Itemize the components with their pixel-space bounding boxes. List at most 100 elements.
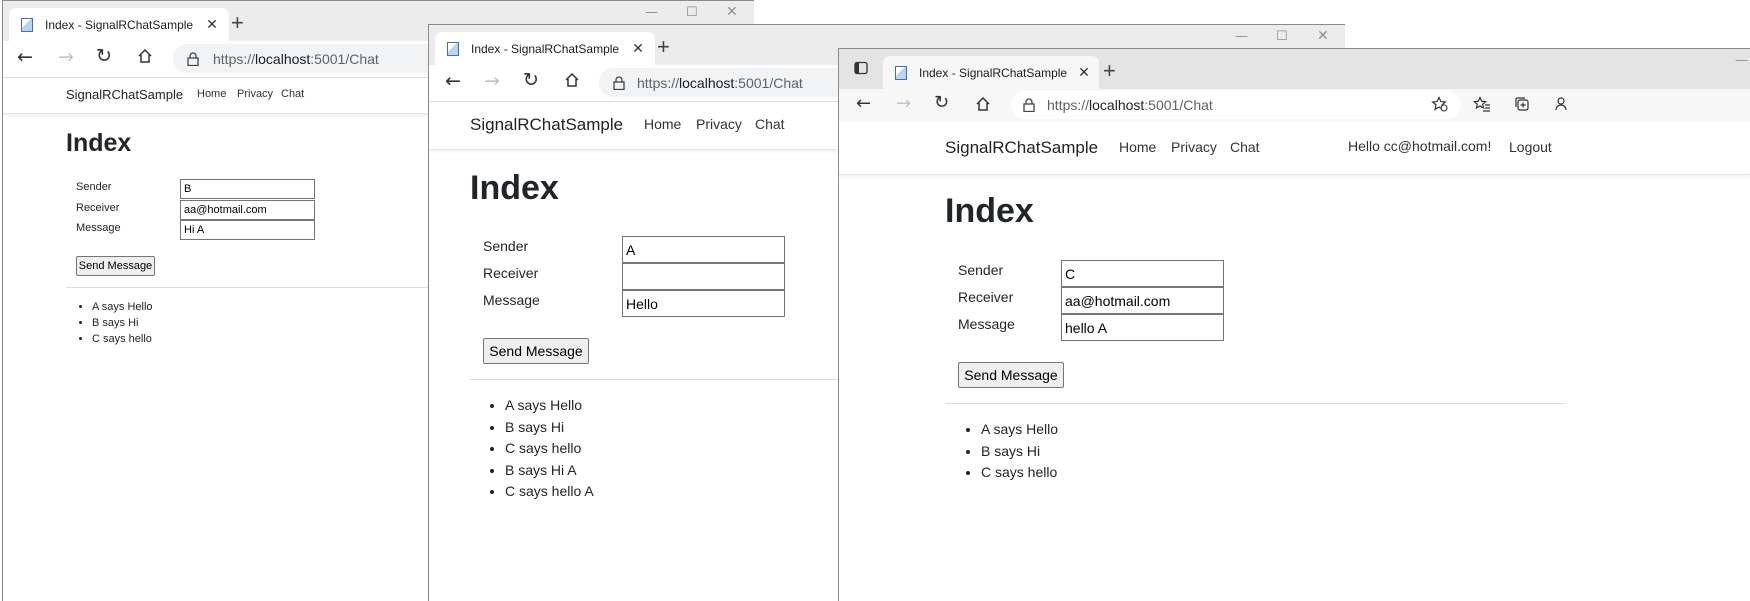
- message-item: B says Hi: [92, 315, 153, 331]
- receiver-label: Receiver: [483, 265, 539, 281]
- receiver-label: Receiver: [76, 202, 120, 214]
- divider: [66, 287, 446, 288]
- tab-index[interactable]: Index - SignalRChatSample ✕: [883, 56, 1099, 89]
- message-item: A says Hello: [92, 299, 153, 315]
- tab-title: Index - SignalRChatSample: [919, 65, 1068, 80]
- receiver-input[interactable]: [180, 200, 315, 220]
- home-icon[interactable]: [975, 96, 991, 112]
- message-item: C says hello: [92, 331, 153, 347]
- page-title: Index: [470, 169, 559, 207]
- url-scheme: https://: [637, 74, 680, 91]
- lock-icon: [613, 75, 625, 90]
- nav-home[interactable]: Home: [197, 88, 226, 100]
- url-host: localhost: [679, 74, 735, 91]
- brand-link[interactable]: SignalRChatSample: [470, 115, 623, 135]
- lock-icon: [187, 51, 199, 66]
- page-title: Index: [945, 192, 1034, 230]
- nav-privacy[interactable]: Privacy: [696, 116, 742, 132]
- favorites-icon[interactable]: [1473, 96, 1491, 112]
- reload-icon[interactable]: ↻: [934, 92, 949, 113]
- nav-privacy[interactable]: Privacy: [237, 88, 273, 100]
- send-message-button[interactable]: Send Message: [958, 362, 1064, 388]
- address-bar[interactable]: https://localhost:5001/Chat: [1011, 91, 1461, 119]
- nav-chat[interactable]: Chat: [1230, 139, 1260, 155]
- reload-icon[interactable]: ↻: [96, 45, 112, 67]
- nav-privacy[interactable]: Privacy: [1171, 139, 1217, 155]
- url-path: :5001/Chat: [734, 74, 803, 91]
- sender-input[interactable]: [180, 179, 315, 199]
- close-icon[interactable]: ✕: [1317, 28, 1329, 44]
- page-favicon-icon: [895, 65, 907, 80]
- profile-icon[interactable]: [1554, 96, 1570, 112]
- tab-title: Index - SignalRChatSample: [471, 41, 620, 56]
- forward-arrow-icon[interactable]: →: [896, 93, 911, 114]
- brand-link[interactable]: SignalRChatSample: [945, 138, 1098, 158]
- message-item: C says hello: [505, 438, 594, 460]
- tab-index[interactable]: Index - SignalRChatSample ✕: [435, 32, 655, 65]
- home-icon[interactable]: [137, 48, 153, 64]
- messages-list: A says Hello B says Hi C says hello: [955, 419, 1058, 484]
- message-label: Message: [76, 222, 121, 234]
- maximize-icon[interactable]: ☐: [1276, 29, 1288, 44]
- message-input[interactable]: [622, 290, 785, 317]
- browser-window-3: Index - SignalRChatSample ✕ + — ← → ↻ ht…: [838, 48, 1750, 601]
- url-scheme: https://: [1047, 97, 1090, 113]
- collections-icon[interactable]: [1514, 96, 1530, 112]
- tab-index[interactable]: Index - SignalRChatSample ✕: [9, 8, 229, 41]
- sender-input[interactable]: [622, 236, 785, 263]
- close-tab-icon[interactable]: ✕: [1077, 64, 1091, 81]
- message-item: B says Hi: [505, 417, 594, 439]
- sender-label: Sender: [483, 238, 529, 254]
- message-item: C says hello A: [505, 481, 594, 503]
- page-title: Index: [66, 129, 132, 157]
- reload-icon[interactable]: ↻: [523, 69, 539, 91]
- minimize-icon[interactable]: —: [1735, 53, 1748, 68]
- nav-chat[interactable]: Chat: [281, 88, 304, 100]
- new-tab-icon[interactable]: +: [657, 34, 670, 60]
- sender-input[interactable]: [1061, 260, 1224, 287]
- back-arrow-icon[interactable]: ←: [856, 93, 871, 114]
- new-tab-icon[interactable]: +: [1103, 58, 1116, 84]
- url-scheme: https://: [213, 50, 256, 67]
- url-text: https://localhost:5001/Chat: [213, 51, 379, 67]
- minimize-icon[interactable]: —: [1235, 29, 1248, 44]
- forward-arrow-icon[interactable]: →: [484, 70, 500, 92]
- send-message-button[interactable]: Send Message: [76, 256, 155, 276]
- home-icon[interactable]: [564, 72, 580, 88]
- send-message-button[interactable]: Send Message: [483, 338, 589, 364]
- nav-home[interactable]: Home: [644, 116, 681, 132]
- divider: [470, 379, 850, 380]
- brand-link[interactable]: SignalRChatSample: [66, 87, 183, 102]
- logout-link[interactable]: Logout: [1509, 139, 1552, 155]
- maximize-icon[interactable]: ☐: [686, 5, 698, 20]
- close-tab-icon[interactable]: ✕: [205, 16, 219, 33]
- message-input[interactable]: [1061, 314, 1224, 341]
- forward-arrow-icon[interactable]: →: [58, 46, 74, 68]
- new-tab-icon[interactable]: +: [231, 10, 244, 36]
- back-arrow-icon[interactable]: ←: [17, 46, 33, 68]
- receiver-input[interactable]: [622, 263, 785, 290]
- lock-icon: [1023, 98, 1035, 112]
- receiver-input[interactable]: [1061, 287, 1224, 314]
- page-content: SignalRChatSample Home Privacy Chat Hell…: [839, 122, 1750, 601]
- message-label: Message: [483, 292, 540, 308]
- tab-actions-icon[interactable]: [854, 61, 868, 75]
- back-arrow-icon[interactable]: ←: [445, 70, 461, 92]
- message-label: Message: [958, 316, 1015, 332]
- close-icon[interactable]: ✕: [726, 4, 738, 20]
- sender-label: Sender: [76, 181, 112, 193]
- user-greeting-link[interactable]: Hello cc@hotmail.com!: [1348, 138, 1491, 154]
- divider: [945, 403, 1565, 404]
- nav-chat[interactable]: Chat: [755, 116, 785, 132]
- messages-list: A says Hello B says Hi C says hello B sa…: [479, 395, 594, 503]
- url-path: :5001/Chat: [310, 50, 379, 67]
- minimize-icon[interactable]: —: [645, 5, 658, 20]
- messages-list: A says Hello B says Hi C says hello: [66, 299, 153, 347]
- message-input[interactable]: [180, 220, 315, 240]
- favorite-add-icon[interactable]: [1431, 96, 1448, 112]
- nav-home[interactable]: Home: [1119, 139, 1156, 155]
- sender-label: Sender: [958, 262, 1004, 278]
- page-favicon-icon: [447, 41, 459, 56]
- close-tab-icon[interactable]: ✕: [631, 40, 645, 57]
- receiver-label: Receiver: [958, 289, 1014, 305]
